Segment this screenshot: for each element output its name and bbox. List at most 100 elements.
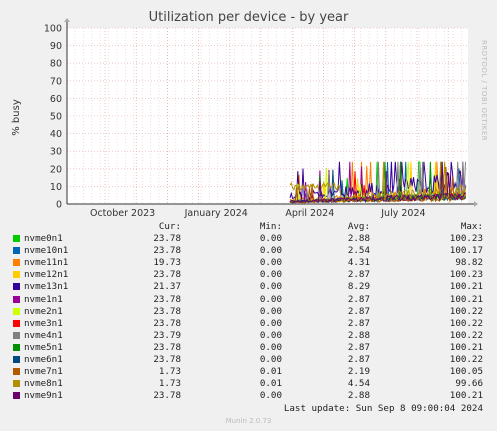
legend-series-name: nvme13n1 [24,281,69,293]
legend-swatch [13,356,20,363]
y-tick-label: 30 [50,147,62,158]
legend-cur-value: 23.78 [153,341,181,353]
legend-series-name: nvme1n1 [24,293,63,305]
legend-row: nvme4n1 23.79 0.00 2.88 100.22 [0,330,497,342]
y-tick-label: 40 [50,129,62,140]
legend-series-name: nvme2n1 [24,305,63,317]
legend-min-value: 0.00 [259,245,282,257]
legend-avg-value: 8.29 [347,281,370,293]
legend-cur-value: 23.78 [153,390,181,402]
legend-series-name: nvme5n1 [24,341,63,353]
legend-min-value: 0.00 [259,317,282,329]
legend-min-value: 0.00 [259,233,282,244]
plot-area: 0 10 20 30 40 50 60 70 80 90 100 October 2023 Janua… [44,18,478,219]
legend-min-value: 0.00 [259,269,282,281]
legend-row: nvme13n1 21.37 0.00 8.29 100.21 [0,281,497,293]
y-tick-label: 60 [50,94,62,105]
header-cur: Cur: [158,221,181,232]
x-tick-label: July 2024 [380,208,425,219]
x-tick-labels: October 2023 January 2024 April 2024 July 2… [90,208,426,219]
legend-series-name: nvme0n1 [24,233,63,244]
legend-row: nvme8n1 1.73 0.01 4.54 99.66 [0,378,497,390]
legend-series-name: nvme11n1 [24,257,69,269]
y-tick-label: 90 [50,41,62,52]
legend-max-value: 99.66 [455,378,483,390]
munin-version: Munin 2.0.73 [225,417,272,425]
legend-max-value: 100.21 [449,390,483,402]
legend-header: Cur: Min: Avg: Max: [0,221,497,233]
legend-max-value: 100.21 [449,293,483,305]
legend-swatch [13,331,20,339]
legend-min-value: 0.00 [259,329,282,341]
legend-cur-value: 19.73 [153,257,181,269]
legend-row: nvme1n1 23.78 0.00 2.87 100.21 [0,294,497,306]
legend-max-value: 100.22 [449,317,483,329]
legend-min-value: 0.00 [259,341,282,353]
header-avg: Avg: [347,221,370,232]
y-tick-label: 100 [44,24,62,35]
x-tick-label: April 2024 [285,208,334,219]
legend-row: nvme12n1 23.78 0.00 2.87 100.23 [0,269,497,281]
legend-max-value: 98.82 [455,257,483,269]
legend-cur-value: 23.78 [153,354,181,365]
legend-avg-value: 4.54 [347,378,370,390]
legend-avg-value: 2.88 [347,329,370,341]
legend-series-name: nvme7n1 [24,366,63,378]
legend-max-value: 100.21 [449,281,483,293]
legend-row: nvme10n1 23.78 0.00 2.54 100.17 [0,245,497,257]
legend-avg-value: 2.87 [347,293,370,305]
header-max: Max: [460,221,483,232]
y-tick-label: 80 [50,59,62,70]
legend-avg-value: 2.88 [347,390,370,402]
legend-avg-value: 2.19 [347,366,370,378]
last-update: Last update: Sun Sep 8 09:00:04 2024 [283,403,483,414]
legend-series-name: nvme4n1 [24,329,63,341]
y-tick-label: 20 [50,164,62,175]
legend-cur-value: 23.78 [153,233,181,244]
legend-swatch [13,368,20,376]
legend-swatch [13,295,20,303]
legend-swatch [13,247,20,255]
legend-cur-value: 1.73 [158,378,181,390]
legend-min-value: 0.01 [259,366,282,378]
legend-swatch [13,235,20,242]
legend-avg-value: 2.87 [347,317,370,329]
legend-cur-value: 1.73 [158,366,181,378]
legend-swatch [13,319,20,327]
legend-row: nvme5n1 23.78 0.00 2.87 100.21 [0,342,497,354]
legend-series-name: nvme6n1 [24,354,63,365]
legend-max-value: 100.17 [449,245,483,257]
y-axis-arrow [64,18,70,22]
legend-avg-value: 2.87 [347,341,370,353]
legend-min-value: 0.00 [259,293,282,305]
legend-avg-value: 2.54 [347,245,370,257]
legend-swatch [13,271,20,279]
legend-min-value: 0.00 [259,354,282,365]
legend-row: nvme6n1 23.78 0.00 2.87 100.22 [0,354,497,366]
legend-min-value: 0.00 [259,281,282,293]
legend-row: nvme11n1 19.73 0.00 4.31 98.82 [0,257,497,269]
legend-max-value: 100.23 [449,269,483,281]
legend-avg-value: 2.87 [347,269,370,281]
legend-series-name: nvme8n1 [24,378,63,390]
legend-row: nvme3n1 23.78 0.00 2.87 100.22 [0,318,497,330]
legend-swatch [13,343,20,351]
legend-cur-value: 21.37 [153,281,181,293]
legend-cur-value: 23.78 [153,305,181,317]
x-axis-arrow [474,201,478,207]
legend-cur-value: 23.78 [153,269,181,281]
legend-avg-value: 4.31 [347,257,370,269]
header-min: Min: [259,221,282,232]
legend-min-value: 0.00 [259,305,282,317]
legend-max-value: 100.23 [449,233,483,244]
legend-min-value: 0.00 [259,257,282,269]
legend-swatch [13,259,20,267]
y-tick-label: 10 [50,182,62,193]
legend-max-value: 100.22 [449,305,483,317]
legend-row: nvme2n1 23.78 0.00 2.87 100.22 [0,306,497,318]
y-tick-labels: 0 10 20 30 40 50 60 70 80 90 100 [44,24,62,211]
legend-cur-value: 23.79 [153,329,181,341]
legend-series-name: nvme3n1 [24,317,63,329]
legend-row: nvme9n1 23.78 0.00 2.88 100.21 [0,390,497,402]
legend-max-value: 100.22 [449,329,483,341]
